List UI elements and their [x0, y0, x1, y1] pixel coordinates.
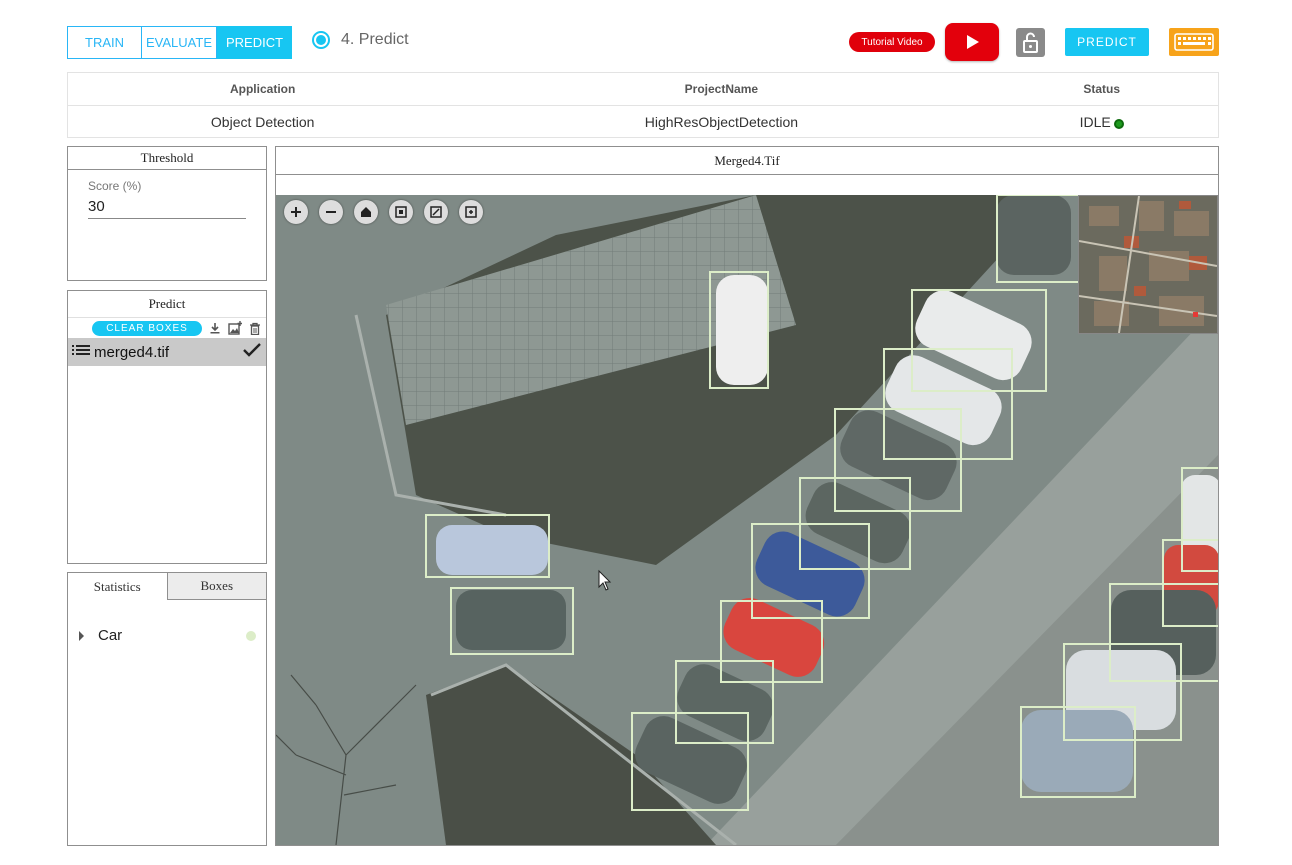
step-indicator: 4. Predict [312, 31, 409, 49]
image-canvas[interactable] [276, 195, 1218, 845]
keyboard-icon[interactable] [1169, 28, 1219, 56]
youtube-play-icon[interactable] [945, 23, 999, 61]
statistics-panel: Statistics Boxes Car [67, 572, 267, 846]
step-label: 4. Predict [341, 31, 409, 48]
evaluate-tab[interactable]: EVALUATE [142, 26, 217, 59]
predict-button[interactable]: PREDICT [1065, 28, 1149, 56]
download-icon[interactable] [208, 321, 222, 335]
zoom-toolbar [284, 200, 483, 224]
predict-toolbar: CLEAR BOXES [68, 318, 266, 338]
image-title: Merged4.Tif [276, 147, 1218, 175]
predict-tab[interactable]: PREDICT [217, 26, 292, 59]
check-icon [242, 342, 262, 362]
class-row-car[interactable]: Car [76, 627, 256, 644]
file-list-item[interactable]: merged4.tif [68, 338, 266, 366]
predict-panel: Predict CLEAR BOXES merged4.tif [67, 290, 267, 564]
file-name: merged4.tif [94, 343, 170, 361]
tab-boxes[interactable]: Boxes [167, 573, 266, 600]
minimap[interactable] [1078, 195, 1218, 334]
rotate-icon[interactable] [459, 200, 483, 224]
home-icon[interactable] [354, 200, 378, 224]
delete-icon[interactable] [248, 321, 262, 335]
fit-icon[interactable] [389, 200, 413, 224]
zoom-out-icon[interactable] [319, 200, 343, 224]
score-label: Score (%) [88, 179, 142, 193]
score-input[interactable]: 30 [88, 198, 246, 219]
step-radio-icon [312, 31, 330, 49]
project-header: ProjectName [684, 82, 759, 96]
add-image-icon[interactable] [228, 321, 242, 335]
tab-statistics[interactable]: Statistics [68, 573, 168, 600]
mode-selector: TRAIN EVALUATE PREDICT [67, 26, 292, 59]
aerial-image [276, 195, 1218, 845]
status-header: Status [1083, 82, 1121, 96]
class-color-swatch [246, 630, 256, 641]
project-value: HighResObjectDetection [644, 114, 799, 130]
application-header: Application [229, 82, 296, 96]
tutorial-video-button[interactable]: Tutorial Video [849, 32, 935, 52]
predict-title: Predict [68, 291, 266, 318]
project-info-table: Application ProjectName Status Object De… [67, 72, 1219, 138]
list-icon [72, 343, 90, 361]
image-viewer-panel: Merged4.Tif [275, 146, 1219, 846]
class-label: Car [98, 627, 123, 644]
train-tab[interactable]: TRAIN [67, 26, 142, 59]
threshold-title: Threshold [68, 147, 266, 170]
fullscreen-icon[interactable] [424, 200, 448, 224]
clear-boxes-button[interactable]: CLEAR BOXES [92, 320, 202, 336]
expand-arrow-icon[interactable] [79, 630, 84, 641]
status-indicator-icon [1113, 119, 1124, 129]
status-value: IDLE [1079, 114, 1111, 130]
threshold-panel: Threshold Score (%) 30 [67, 146, 267, 281]
application-value: Object Detection [210, 114, 315, 130]
status-cell: IDLE [985, 114, 1218, 130]
viewer-subheader [276, 175, 1218, 196]
zoom-in-icon[interactable] [284, 200, 308, 224]
lock-icon[interactable] [1016, 28, 1045, 57]
